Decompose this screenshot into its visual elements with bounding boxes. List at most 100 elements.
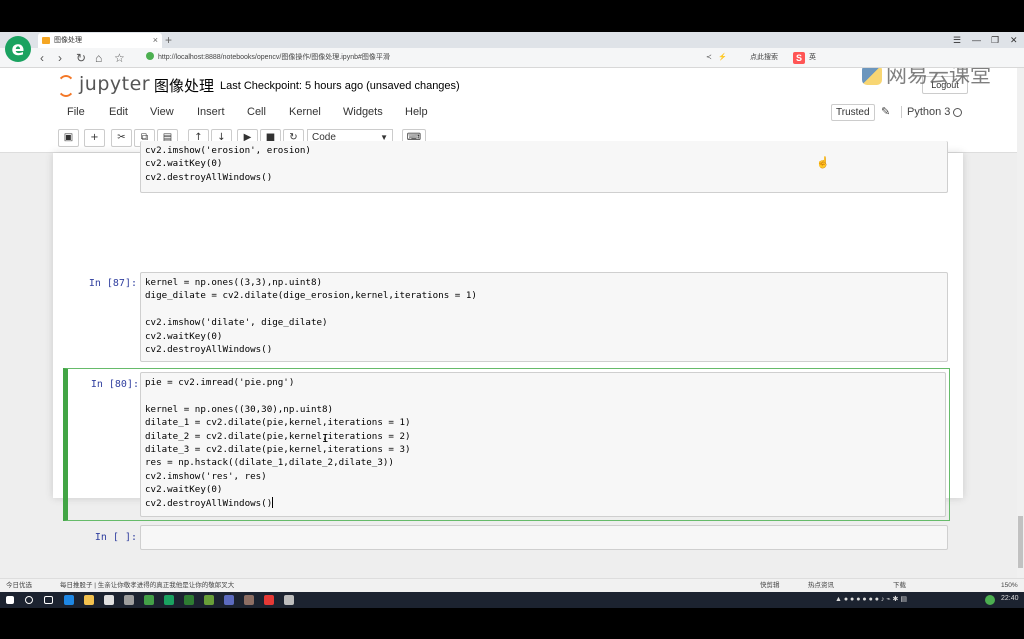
back-icon[interactable]: ‹ [40, 50, 44, 66]
scrollbar-thumb[interactable] [1018, 516, 1023, 568]
code-line: cv2.imshow('erosion', erosion) [145, 145, 311, 156]
tab-title: 图像处理 [54, 37, 82, 44]
tray-avatar-icon[interactable] [985, 595, 995, 605]
browser-status-bar: 今日优选 每日推股子 | 生亲让你敬孝进得的真正我他是让你的敬郎叉大 快剪辑 热… [0, 578, 1024, 592]
close-window-icon[interactable]: ✕ [1010, 33, 1018, 47]
minimize-icon[interactable]: — [972, 33, 981, 47]
code-line: cv2.imshow('dilate', dige_dilate) [145, 317, 328, 329]
windows-taskbar: ▲ ● ● ● ● ● ● ♪ ⌁ ✱ ▤ 22:40 [0, 592, 1024, 608]
cell-input[interactable]: kernel = np.ones((3,3),np.uint8) dige_di… [140, 272, 948, 362]
forward-icon[interactable]: › [58, 50, 62, 66]
watermark: 网易云课堂 [862, 68, 991, 89]
tab-close-icon[interactable]: × [153, 33, 158, 48]
taskbar-app-icon[interactable] [244, 595, 254, 605]
jupyter-orbit-icon [57, 75, 75, 97]
tray-icons[interactable]: ▲ ● ● ● ● ● ● ♪ ⌁ ✱ ▤ [835, 595, 907, 603]
task-view-icon[interactable] [44, 596, 53, 604]
code-line: res = np.hstack((dilate_1,dilate_2,dilat… [145, 457, 394, 469]
code-line: pie = cv2.imread('pie.png') [145, 377, 295, 388]
menu-widgets[interactable]: Widgets [343, 106, 383, 118]
mouse-pointer-icon: ☝ [816, 157, 830, 169]
browser-logo-icon: e [5, 36, 31, 62]
taskbar-browser-icon[interactable] [64, 595, 74, 605]
page-scrollbar[interactable] [1017, 68, 1024, 578]
trusted-indicator[interactable]: Trusted [831, 104, 875, 121]
jupyter-logo-text: jupyter [79, 73, 151, 95]
sogou-ime-icon[interactable]: S [793, 52, 805, 64]
code-line: cv2.destroyAllWindows() [145, 171, 273, 183]
favorite-star-icon[interactable]: ☆ [114, 50, 125, 66]
menu-cell[interactable]: Cell [247, 106, 266, 118]
cell-input[interactable] [140, 525, 948, 550]
menu-view[interactable]: View [150, 106, 174, 118]
share-icon[interactable]: ≺ [706, 51, 712, 65]
status-download[interactable]: 下载 [893, 579, 906, 592]
taskbar-mail-icon[interactable] [124, 595, 134, 605]
code-line: dilate_1 = cv2.dilate(pie,kernel,iterati… [145, 417, 411, 429]
reload-icon[interactable]: ↻ [76, 50, 86, 66]
new-tab-button[interactable]: + [165, 33, 172, 48]
cell-prompt: In [87]: [88, 278, 137, 289]
tab-favicon-icon [42, 37, 50, 44]
url-text: http://localhost:8888/notebooks/opencv/图… [158, 54, 390, 61]
checkpoint-status: Last Checkpoint: 5 hours ago (unsaved ch… [220, 80, 460, 92]
code-line: cv2.destroyAllWindows() [145, 497, 273, 509]
code-line: cv2.imshow('res', res) [145, 470, 267, 482]
code-cell[interactable]: In [ ]: [63, 525, 953, 550]
lightning-icon[interactable]: ⚡ [718, 51, 727, 65]
maximize-icon[interactable]: ❐ [991, 33, 999, 47]
search-icon[interactable] [25, 596, 33, 604]
status-hot-news[interactable]: 热点资讯 [808, 579, 834, 592]
taskbar-app-icon[interactable] [184, 595, 194, 605]
ime-language-label[interactable]: 英 [809, 51, 816, 65]
screen-top-border [0, 0, 1024, 32]
menu-edit[interactable]: Edit [109, 106, 128, 118]
cell-prompt: In [ ]: [94, 532, 137, 543]
taskbar-app-icon[interactable] [224, 595, 234, 605]
url-field[interactable]: http://localhost:8888/notebooks/opencv/图… [146, 51, 686, 65]
search-hint[interactable]: 点此搜索 [750, 51, 778, 65]
screen-bottom-border [0, 608, 1024, 639]
taskbar-clock[interactable]: 22:40 [1001, 595, 1019, 602]
code-line: dige_dilate = cv2.dilate(dige_erosion,ke… [145, 290, 477, 302]
edit-mode-pencil-icon: ✎ [881, 106, 891, 118]
window-menu-icon[interactable]: ☰ [953, 33, 961, 47]
code-line: cv2.destroyAllWindows() [145, 344, 273, 356]
taskbar-app-icon[interactable] [104, 595, 114, 605]
jupyter-logo[interactable]: jupyter [57, 72, 151, 102]
menu-help[interactable]: Help [405, 106, 428, 118]
python-logo-icon [862, 68, 882, 85]
browser-tab[interactable]: 图像处理 × [38, 33, 162, 48]
menu-file[interactable]: File [67, 106, 85, 118]
code-line: dilate_2 = cv2.dilate(pie,kernel,iterati… [145, 430, 411, 442]
windows-start-icon[interactable] [6, 596, 14, 604]
menu-insert[interactable]: Insert [197, 106, 225, 118]
kernel-name[interactable]: Python 3 [901, 106, 950, 118]
text-cursor [272, 496, 274, 508]
page-viewport: jupyter 图像处理 Last Checkpoint: 5 hours ag… [0, 68, 1017, 578]
code-line: cv2.waitKey(0) [145, 484, 223, 496]
status-news[interactable]: 每日推股子 | 生亲让你敬孝进得的真正我他是让你的敬郎叉大 [60, 579, 234, 592]
taskbar-app-icon[interactable] [144, 595, 154, 605]
menu-kernel[interactable]: Kernel [289, 106, 321, 118]
status-zoom[interactable]: 150% [1001, 579, 1018, 592]
taskbar-app-icon[interactable] [164, 595, 174, 605]
selected-code-cell[interactable]: In [80]: pie = cv2.imread('pie.png') ker… [63, 368, 950, 521]
cell-input[interactable]: pie = cv2.imread('pie.png') kernel = np.… [140, 372, 946, 517]
taskbar-app-icon[interactable] [204, 595, 214, 605]
notebook-name[interactable]: 图像处理 [154, 75, 214, 96]
kernel-idle-icon [953, 108, 962, 117]
code-line: cv2.waitKey(0) [145, 158, 223, 170]
code-line: kernel = np.ones((30,30),np.uint8) [145, 403, 334, 415]
home-icon[interactable]: ⌂ [95, 50, 102, 66]
code-line: kernel = np.ones((3,3),np.uint8) [145, 277, 323, 288]
status-recommend[interactable]: 今日优选 [6, 579, 32, 592]
status-quick-edit[interactable]: 快剪辑 [760, 579, 780, 592]
taskbar-app-icon[interactable] [284, 595, 294, 605]
taskbar-app-icon[interactable] [264, 595, 274, 605]
taskbar-folder-icon[interactable] [84, 595, 94, 605]
notebook-container: cv2.imshow('erosion', erosion) cv2.waitK… [53, 141, 963, 550]
code-cell[interactable]: In [87]: kernel = np.ones((3,3),np.uint8… [63, 272, 953, 362]
code-line: dilate_3 = cv2.dilate(pie,kernel,iterati… [145, 444, 411, 456]
watermark-text: 网易云课堂 [886, 68, 991, 87]
